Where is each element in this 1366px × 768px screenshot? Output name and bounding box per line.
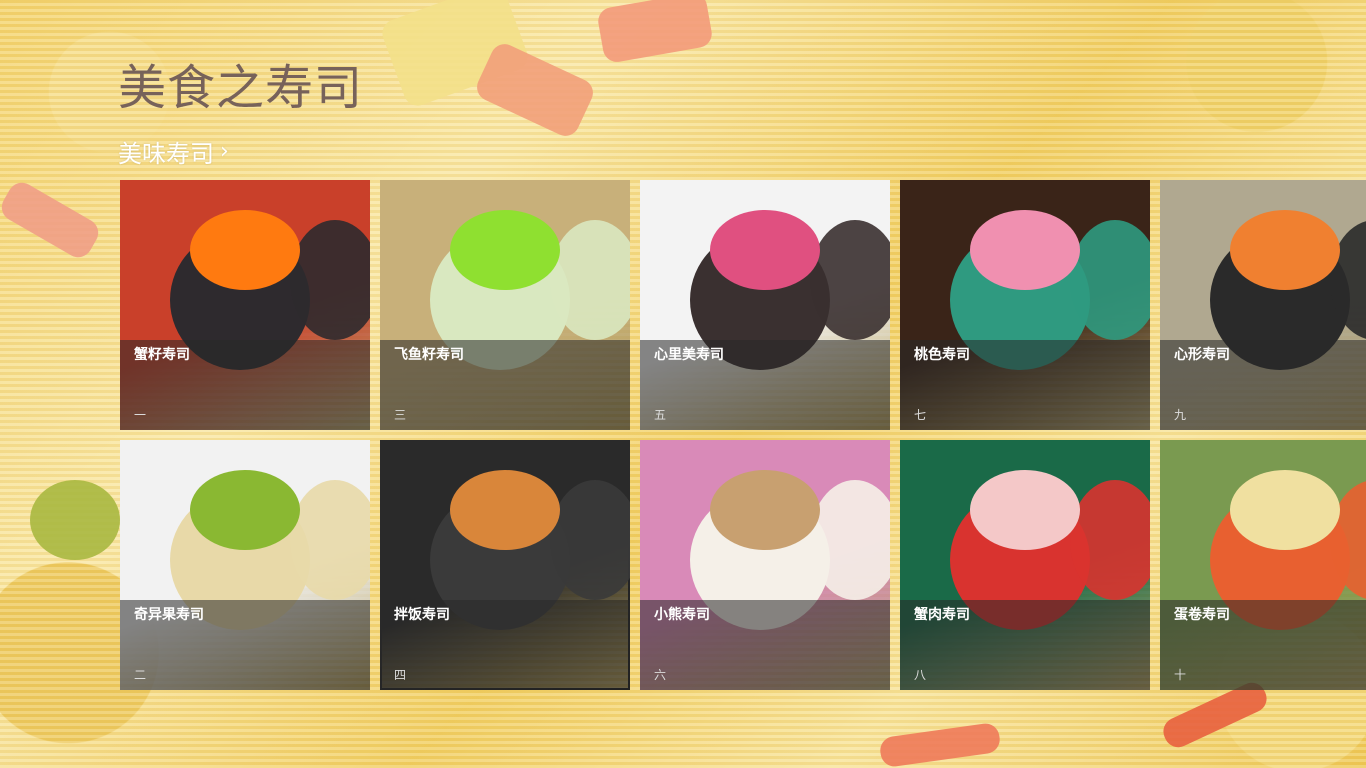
sushi-tile[interactable]: 心里美寿司五 [640,180,890,430]
sushi-tile[interactable]: 桃色寿司七 [900,180,1150,430]
tile-title: 飞鱼籽寿司 [394,347,464,363]
sushi-tile[interactable]: 蟹肉寿司八 [900,440,1150,690]
sushi-piece [810,220,890,340]
sushi-piece [1070,480,1150,600]
sushi-topping [450,210,560,290]
sushi-piece [810,480,890,600]
tile-title: 小熊寿司 [654,607,710,623]
tile-title: 蛋卷寿司 [1174,607,1230,623]
tile-number: 三 [394,408,407,422]
sushi-piece [550,220,630,340]
tile-number: 五 [654,408,667,422]
sushi-topping [1230,470,1340,550]
pasta-decoration [472,39,598,141]
tile-number: 四 [394,668,407,682]
tile-number: 十 [1174,668,1187,682]
page-title: 美食之寿司 [118,60,364,116]
sushi-topping [710,210,820,290]
sushi-tile[interactable]: 蛋卷寿司十 [1160,440,1366,690]
tile-title: 蟹肉寿司 [914,607,970,623]
tile-number: 一 [134,408,147,422]
sushi-tile[interactable]: 小熊寿司六 [640,440,890,690]
tile-number: 八 [914,668,927,682]
tile-number: 六 [654,668,667,682]
sushi-tile[interactable]: 心形寿司九 [1160,180,1366,430]
sushi-piece [290,220,370,340]
section-label: 美味寿司 [118,140,214,168]
sushi-tile[interactable]: 飞鱼籽寿司三 [380,180,630,430]
sushi-tile[interactable]: 奇异果寿司二 [120,440,370,690]
sushi-tile[interactable]: 拌饭寿司四 [380,440,630,690]
tile-title: 心形寿司 [1174,347,1230,363]
sushi-topping [190,470,300,550]
sushi-piece [290,480,370,600]
pasta-decoration [596,0,714,65]
pasta-decoration [30,480,120,560]
tile-number: 九 [1174,408,1187,422]
pasta-decoration [878,721,1002,768]
tile-title: 心里美寿司 [654,347,724,363]
tile-number: 七 [914,408,927,422]
tile-title: 蟹籽寿司 [134,347,190,363]
sushi-topping [1230,210,1340,290]
sushi-tile[interactable]: 蟹籽寿司一 [120,180,370,430]
sushi-topping [970,470,1080,550]
sushi-topping [970,210,1080,290]
sushi-grid: 蟹籽寿司一飞鱼籽寿司三心里美寿司五桃色寿司七心形寿司九奇异果寿司二拌饭寿司四小熊… [120,180,1366,690]
tile-title: 桃色寿司 [914,347,970,363]
chevron-right-icon: › [220,139,229,164]
sushi-topping [190,210,300,290]
pasta-decoration [0,177,104,263]
tile-number: 二 [134,668,147,682]
sushi-piece [1070,220,1150,340]
tile-title: 奇异果寿司 [134,607,204,623]
section-header-link[interactable]: 美味寿司 › [118,134,229,169]
sushi-topping [710,470,820,550]
sushi-piece [550,480,630,600]
tile-title: 拌饭寿司 [394,607,450,623]
sushi-topping [450,470,560,550]
